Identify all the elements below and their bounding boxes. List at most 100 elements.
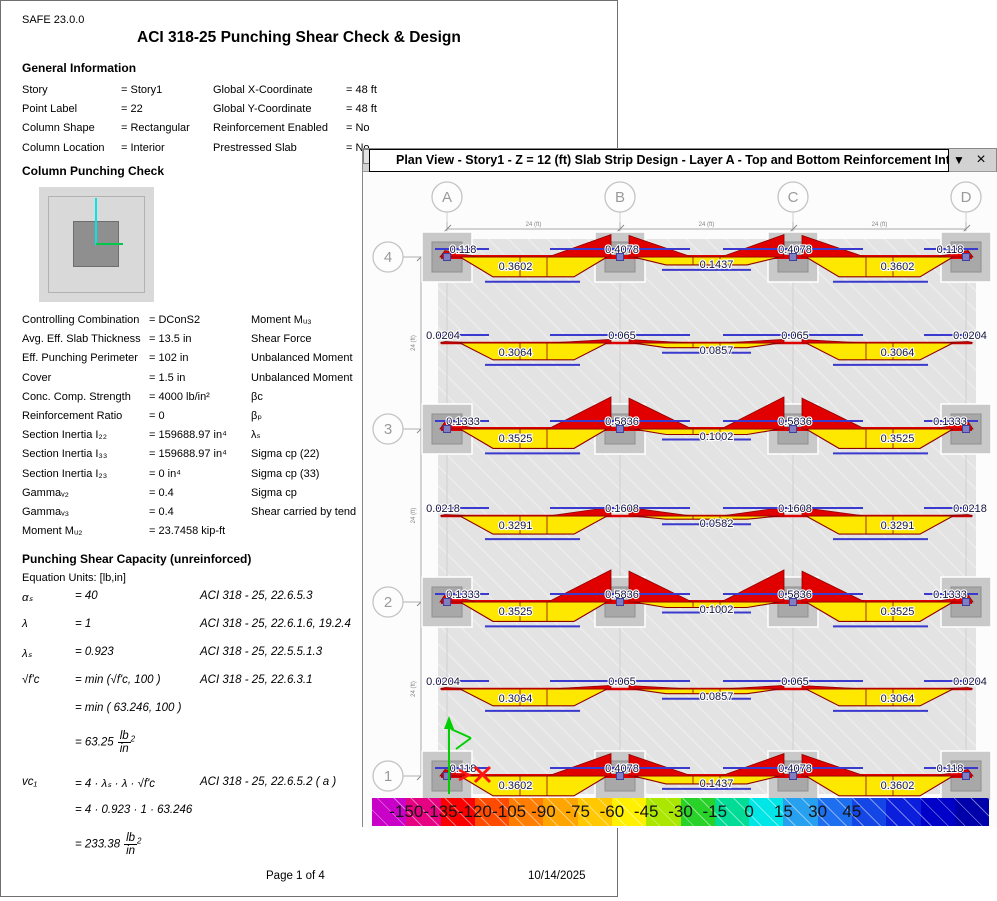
equation-expression: = 4 · λₛ · λ · √f'c — [75, 776, 200, 790]
strip-value-label: 0.0204 — [426, 330, 460, 342]
strip-value-label: 0.3525 — [499, 606, 533, 618]
grid-bubble-label: C — [788, 189, 799, 206]
info-label: Story — [22, 81, 121, 100]
info-row: Column Shape= Rectangular — [22, 119, 212, 138]
legend-tick-label: -90 — [531, 802, 556, 822]
legend-tick-label: 15 — [774, 802, 793, 822]
strip-value-label: 0.1333 — [446, 589, 480, 601]
joint-node — [790, 773, 797, 780]
equation-symbol: λ — [22, 618, 75, 630]
joint-node — [444, 426, 451, 433]
param-label: Reinforcement Ratio — [22, 407, 149, 426]
param-label: Conc. Comp. Strength — [22, 388, 149, 407]
fraction-prefix: = 63.25 — [75, 737, 114, 749]
param-label: Section Inertia I₂₂ — [22, 426, 149, 445]
joint-node — [790, 599, 797, 606]
strip-value-label: 0.3064 — [499, 347, 533, 359]
equation-expression: = 63.25 lbin2 — [75, 730, 200, 755]
fraction-numerator: lb — [118, 730, 131, 743]
joint-node — [963, 599, 970, 606]
info-label: Column Location — [22, 139, 121, 158]
plan-window-title[interactable]: Plan View - Story1 - Z = 12 (ft) Slab St… — [369, 149, 949, 172]
info-row: Reinforcement Enabled= No — [213, 119, 613, 138]
strip-value-label: 0.1437 — [700, 259, 734, 271]
param-label: Avg. Eff. Slab Thickness — [22, 330, 149, 349]
param-label: Controlling Combination — [22, 311, 149, 330]
param-label: Moment Mᵤ₂ — [22, 522, 149, 541]
strip-value-label: 0.0582 — [700, 518, 734, 530]
fraction: lbin — [124, 832, 137, 857]
equation-expression: = 4 · 0.923 · 1 · 63.246 — [75, 804, 200, 816]
info-row: Global Y-Coordinate= 48 ft — [213, 100, 613, 119]
param-value: = 102 in — [149, 349, 251, 368]
legend-tick-label: 0 — [744, 802, 753, 822]
strip-value-label: 0.065 — [781, 676, 809, 688]
strip-value-label: 0.0204 — [953, 330, 987, 342]
legend-tick-label: -75 — [565, 802, 590, 822]
param-value: = DConS2 — [149, 311, 251, 330]
equation-expression: = 233.38lbin2 — [75, 832, 200, 857]
legend-tick-label: -45 — [634, 802, 659, 822]
slab-strip-plan: 24 (ft)24 (ft)24 (ft)24 (ft)24 (ft)24 (f… — [363, 172, 997, 828]
strip-value-label: 0.1002 — [700, 431, 734, 443]
strip-value-label: 0.3602 — [881, 261, 915, 273]
legend-tick-label: -105 — [492, 802, 526, 822]
strip-value-label: 0.118 — [937, 763, 964, 775]
general-info-heading: General Information — [22, 61, 136, 75]
info-label: Point Label — [22, 100, 121, 119]
info-label: Prestressed Slab — [213, 139, 346, 158]
column-punching-heading: Column Punching Check — [22, 164, 164, 178]
row-bubble-label: 3 — [384, 421, 392, 438]
contour-legend-bar: -150-135-120-105-90-75-60-45-30-15015304… — [372, 798, 989, 826]
fraction-denominator: in — [120, 743, 129, 755]
strip-value-label: 0.3525 — [881, 606, 915, 618]
equation-expression: = 0.923 — [75, 646, 200, 658]
strip-value-label: 0.1608 — [778, 503, 812, 515]
row-bubble-label: 4 — [384, 249, 392, 266]
joint-node — [790, 254, 797, 261]
strip-value-label: 0.3602 — [499, 780, 533, 792]
legend-tick-label: -30 — [668, 802, 693, 822]
param-value: = 0.4 — [149, 484, 251, 503]
column-punching-diagram — [39, 187, 154, 302]
fraction-exponent: 2 — [131, 735, 135, 744]
param-value: = 1.5 in — [149, 369, 251, 388]
plan-view-canvas[interactable]: 24 (ft)24 (ft)24 (ft)24 (ft)24 (ft)24 (f… — [363, 172, 997, 828]
report-date: 10/14/2025 — [528, 870, 586, 882]
param-label: Gammaᵥ₃ — [22, 503, 149, 522]
strip-value-label: 0.1333 — [446, 416, 480, 428]
strip-value-label: 0.1608 — [605, 503, 639, 515]
window-close-icon[interactable]: × — [972, 151, 990, 169]
strip-value-label: 0.1002 — [700, 604, 734, 616]
strip-value-label: 0.1333 — [933, 589, 967, 601]
info-label: Global Y-Coordinate — [213, 100, 346, 119]
span-dimension-label: 24 (ft) — [411, 335, 417, 351]
equation-expression: = min ( 63.246, 100 ) — [75, 702, 200, 714]
plan-window-titlebar[interactable]: Plan View - Story1 - Z = 12 (ft) Slab St… — [363, 149, 996, 172]
info-value: = Interior — [121, 139, 212, 158]
span-dimension-label: 24 (ft) — [872, 222, 888, 228]
equation-expression: = min (√f'c, 100 ) — [75, 674, 200, 686]
span-dimension-label: 24 (ft) — [411, 508, 417, 524]
page-number: Page 1 of 4 — [266, 870, 325, 882]
window-dropdown-icon[interactable]: ▼ — [950, 151, 968, 169]
param-value: = 4000 lb/in² — [149, 388, 251, 407]
legend-tick-label: -135 — [424, 802, 458, 822]
info-value: = No — [346, 119, 613, 138]
info-row: Story= Story1 — [22, 81, 212, 100]
info-label: Column Shape — [22, 119, 121, 138]
strip-value-label: 0.065 — [781, 330, 809, 342]
info-row: Global X-Coordinate= 48 ft — [213, 81, 613, 100]
span-dimension-label: 24 (ft) — [526, 222, 542, 228]
legend-tick-label: -150 — [389, 802, 423, 822]
info-value: = 22 — [121, 100, 212, 119]
strip-value-label: 0.3291 — [881, 520, 915, 532]
joint-node — [617, 599, 624, 606]
info-row: Point Label= 22 — [22, 100, 212, 119]
info-row: Column Location= Interior — [22, 139, 212, 158]
fraction-exponent: 2 — [137, 837, 141, 846]
strip-value-label: 0.0218 — [953, 503, 987, 515]
strip-value-label: 0.3064 — [881, 693, 915, 705]
row-bubble-label: 1 — [384, 768, 392, 785]
strip-value-label: 0.065 — [608, 330, 636, 342]
